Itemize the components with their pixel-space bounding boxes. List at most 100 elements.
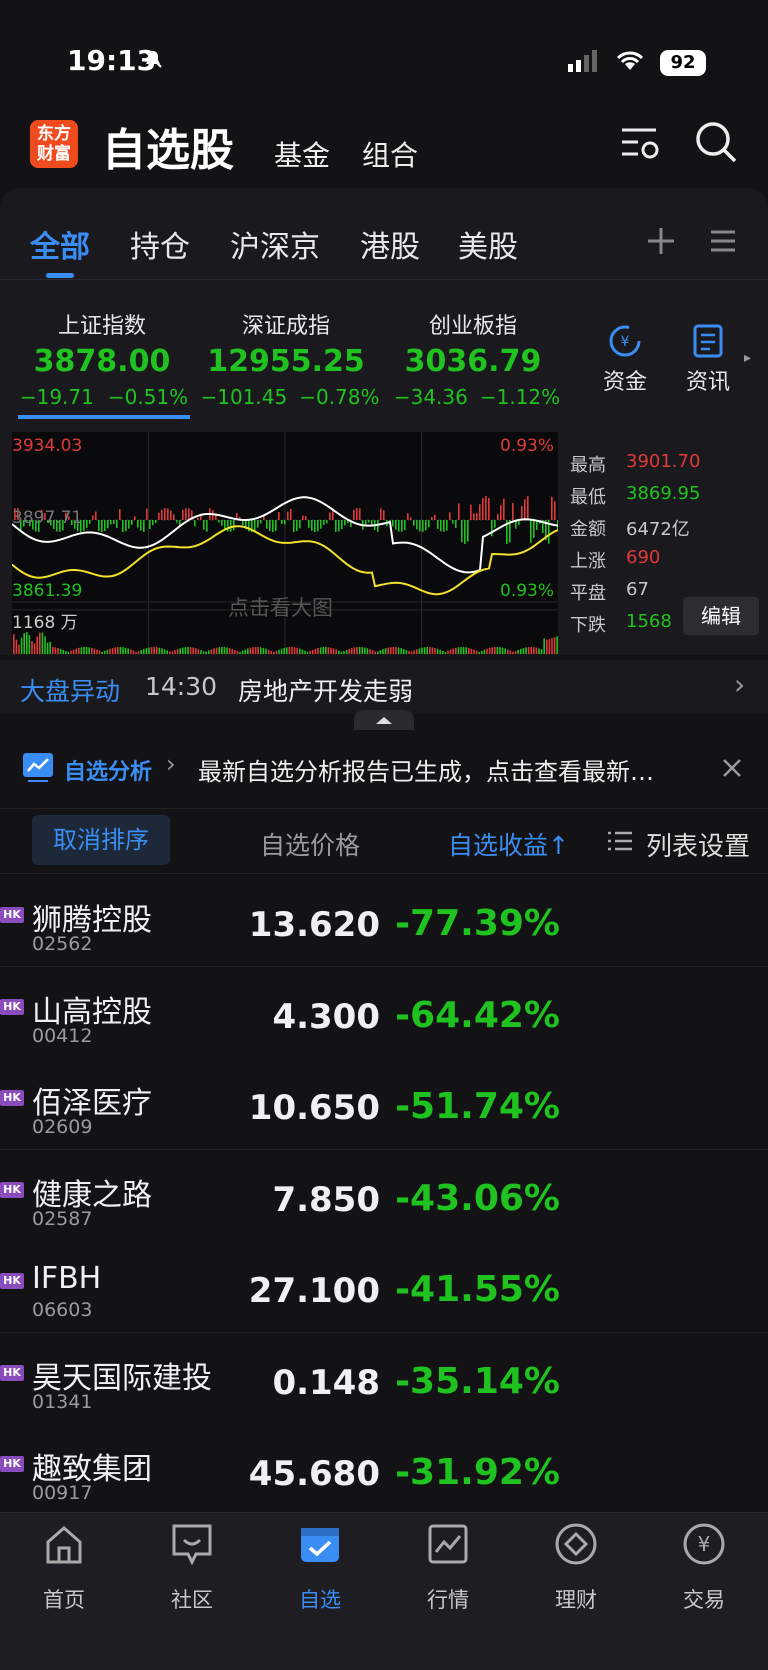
stock-row[interactable]: HK IFBH 06603 27.100 -41.55% (0, 1241, 768, 1333)
market-badge: HK (0, 1273, 24, 1289)
tab-us[interactable]: 美股 (458, 222, 518, 266)
header-tab-funds[interactable]: 基金 (274, 134, 330, 174)
volume-bar (444, 651, 447, 654)
svg-text:¥: ¥ (621, 334, 630, 350)
ratio-bar (83, 520, 85, 531)
volume-bar (356, 647, 358, 654)
volume-bar (291, 647, 293, 654)
index-card-sz[interactable]: 深证成指 12955.25 −101.45 −0.78% (200, 308, 385, 409)
volume-bar (288, 647, 291, 654)
price-column-header[interactable]: 自选价格 (260, 826, 360, 862)
index-card-cyb[interactable]: 创业板指 3036.79 −34.36 −1.12% (388, 308, 572, 409)
stock-row[interactable]: HK 狮腾控股 02562 13.620 -77.39% (0, 875, 768, 967)
volume-bar (330, 647, 332, 654)
volume-bar (247, 648, 249, 654)
ratio-bar (293, 520, 295, 532)
index-card-sh[interactable]: 上证指数 3878.00 −19.71 −0.51% (17, 308, 199, 409)
nav-watchlist[interactable]: 自选 (256, 1522, 384, 1614)
stock-price: 10.650 (248, 1088, 380, 1128)
volume-bar (548, 639, 551, 654)
nav-home[interactable]: 首页 (0, 1522, 128, 1614)
volume-bar (70, 650, 72, 654)
ratio-bar (281, 520, 283, 524)
ratio-bar (218, 520, 220, 523)
ratio-bar (488, 497, 490, 520)
return-column-header[interactable]: 自选收益↑ (448, 826, 569, 862)
stat-high-label: 最高 (570, 455, 606, 476)
ratio-bar (140, 520, 142, 531)
volume-bar (314, 648, 317, 654)
chart-volume-label: 1168 万 (12, 613, 78, 633)
add-icon[interactable] (646, 226, 676, 260)
volume-bar (395, 647, 397, 654)
volume-bar (109, 648, 111, 654)
volume-bar (195, 648, 197, 654)
stock-row[interactable]: HK 昊天国际建投 01341 0.148 -35.14% (0, 1332, 768, 1425)
ratio-bar (131, 520, 133, 525)
volume-bar (348, 649, 350, 654)
volume-bar (80, 647, 83, 654)
ratio-bar (113, 520, 115, 525)
header-tab-portfolio[interactable]: 组合 (362, 134, 418, 174)
anomaly-time: 14:30 (145, 672, 218, 701)
ratio-bar (275, 520, 277, 531)
market-badge: HK (0, 1456, 24, 1472)
volume-bar (171, 651, 174, 654)
tab-hk[interactable]: 港股 (360, 222, 420, 266)
tab-holdings[interactable]: 持仓 (130, 222, 190, 266)
volume-bar (46, 642, 49, 654)
volume-bar (488, 647, 491, 654)
stat-fall-label: 下跌 (570, 615, 606, 636)
settings-icon[interactable] (620, 124, 662, 168)
volume-bar (182, 647, 184, 654)
nav-wealth[interactable]: 理财 (512, 1522, 640, 1614)
stock-row[interactable]: HK 佰泽医疗 02609 10.650 -51.74% (0, 1058, 768, 1150)
ratio-bar (422, 520, 424, 532)
news-button[interactable]: 资讯 (673, 324, 743, 396)
nav-trade[interactable]: ¥ 交易 (640, 1522, 768, 1614)
volume-bar (236, 651, 239, 654)
nav-market[interactable]: 行情 (384, 1522, 512, 1614)
index-name: 创业板指 (428, 314, 517, 339)
volume-bar (104, 650, 106, 654)
close-icon[interactable] (722, 758, 742, 782)
edit-button[interactable]: 编辑 (683, 597, 759, 635)
volume-bar (273, 651, 275, 654)
volume-bar (379, 650, 382, 654)
ratio-bar (143, 520, 145, 532)
volume-bar (371, 650, 374, 654)
stat-fall-value: 1568 (626, 611, 672, 632)
volume-bar (202, 651, 205, 654)
ratio-bar (326, 520, 328, 524)
tab-all[interactable]: 全部 (30, 222, 90, 266)
ratio-bar (260, 520, 262, 524)
stock-return: -64.42% (395, 994, 560, 1036)
volume-bar (387, 647, 389, 654)
volume-bar (512, 651, 514, 654)
ratio-bar (122, 520, 124, 532)
volume-bar (530, 647, 532, 654)
volume-bar (327, 647, 330, 654)
list-settings-button[interactable]: 列表设置 (646, 826, 750, 863)
cancel-sort-button[interactable]: 取消排序 (32, 815, 170, 865)
stat-amount-value: 6472亿 (626, 519, 690, 540)
search-icon[interactable] (694, 120, 738, 168)
ratio-bar (368, 520, 370, 523)
ratio-bar (296, 520, 298, 532)
ratio-bar (317, 520, 319, 532)
volume-bar (26, 632, 28, 654)
menu-icon[interactable] (710, 228, 736, 258)
ratio-bar (203, 520, 205, 530)
volume-bar (62, 649, 64, 654)
stock-row[interactable]: HK 健康之路 02587 7.850 -43.06% (0, 1149, 768, 1242)
nav-community[interactable]: 社区 (128, 1522, 256, 1614)
ratio-bar (467, 520, 469, 542)
stock-row[interactable]: HK 趣致集团 00917 45.680 -31.92% (0, 1424, 768, 1516)
funds-button[interactable]: ¥ 资金 (590, 324, 660, 396)
tab-a-share[interactable]: 沪深京 (230, 222, 320, 266)
collapse-handle[interactable] (354, 710, 414, 730)
anomaly-text: 房地产开发走弱 (238, 677, 414, 706)
stock-code: 00412 (32, 1024, 93, 1047)
stock-row[interactable]: HK 山高控股 00412 4.300 -64.42% (0, 966, 768, 1059)
volume-bar (13, 634, 15, 654)
